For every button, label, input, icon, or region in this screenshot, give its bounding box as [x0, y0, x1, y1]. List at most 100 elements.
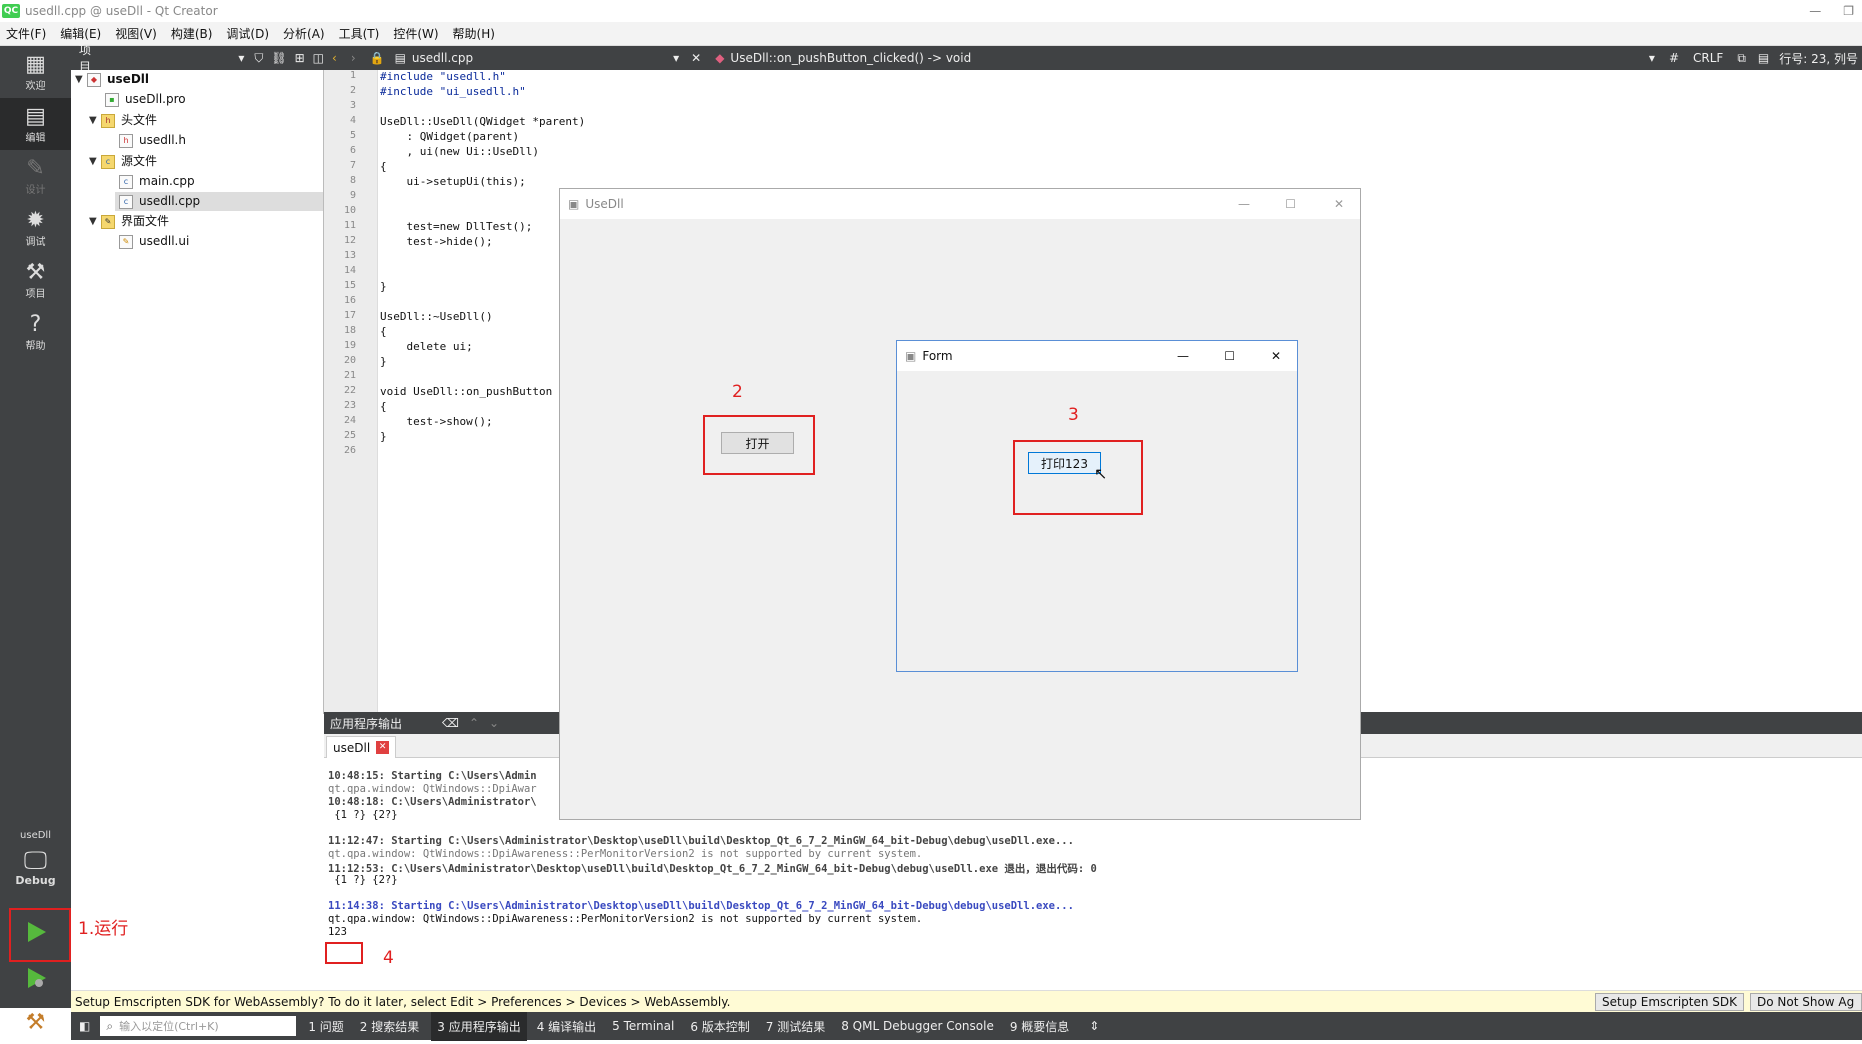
- document-icon[interactable]: ▤: [1758, 51, 1769, 65]
- locator-input[interactable]: ⌕ 输入以定位(Ctrl+K): [100, 1016, 297, 1036]
- menu-debug[interactable]: 调试(D): [226, 25, 269, 42]
- annotation-label-4: 4: [383, 948, 394, 968]
- chevron-down-icon[interactable]: ▾: [1649, 51, 1655, 65]
- menu-help[interactable]: 帮助(H): [453, 25, 495, 42]
- status-tab-issues[interactable]: 1 问题: [308, 1018, 343, 1035]
- function-selector[interactable]: UseDll::on_pushButton_clicked() -> void: [730, 51, 971, 65]
- output-line: {1 ?} {2?}: [328, 874, 398, 886]
- line-number: 3: [349, 100, 356, 111]
- line-number: 25: [343, 430, 356, 441]
- menu-view[interactable]: 视图(V): [115, 25, 157, 42]
- close-icon[interactable]: ✕: [691, 51, 701, 65]
- clear-icon[interactable]: ⌫: [442, 716, 459, 730]
- minimize-icon[interactable]: —: [1809, 0, 1821, 22]
- maximize-icon[interactable]: ☐: [1285, 197, 1296, 211]
- status-tab-general-messages[interactable]: 9 概要信息: [1010, 1018, 1069, 1035]
- debug-run-button[interactable]: [10, 956, 61, 1000]
- minimize-icon[interactable]: —: [1238, 197, 1250, 211]
- split-icon[interactable]: ⧉: [1737, 51, 1746, 66]
- menu-file[interactable]: 文件(F): [6, 25, 46, 42]
- status-tab-qml-debugger[interactable]: 8 QML Debugger Console: [841, 1019, 994, 1033]
- status-tab-search-results[interactable]: 2 搜索结果: [360, 1018, 419, 1035]
- down-icon[interactable]: ⌄: [489, 716, 499, 730]
- monitor-icon: 🖵: [23, 846, 48, 874]
- menu-tools[interactable]: 工具(T): [339, 25, 380, 42]
- filter-icon[interactable]: ⛉: [254, 51, 263, 66]
- kit-selector[interactable]: 🖵 Debug: [0, 846, 71, 896]
- mode-label: 欢迎: [25, 80, 46, 92]
- chevron-down-icon[interactable]: ▼: [89, 212, 101, 231]
- mode-edit[interactable]: ▤ 编辑: [0, 98, 71, 150]
- chevron-down-icon[interactable]: ▾: [238, 51, 244, 65]
- close-icon[interactable]: ✕: [1271, 349, 1281, 363]
- menu-build[interactable]: 构建(B): [171, 25, 213, 42]
- code-line: delete ui;: [380, 340, 473, 353]
- chevron-down-icon[interactable]: ▾: [673, 51, 679, 65]
- mode-debug[interactable]: ✹ 调试: [0, 202, 71, 254]
- forward-icon[interactable]: ›: [351, 51, 356, 65]
- cpp-file-icon: c: [119, 174, 133, 189]
- ui-file-icon: ✎: [119, 234, 133, 249]
- tree-item-forms[interactable]: ▼ ✎ 界面文件: [89, 212, 169, 231]
- open-file-selector[interactable]: ▤ usedll.cpp: [395, 51, 474, 65]
- line-number: 18: [343, 325, 356, 336]
- window-app-icon: ▣: [568, 197, 580, 211]
- help-icon: ?: [29, 311, 42, 337]
- window-app-icon: ▣: [905, 349, 917, 363]
- build-button[interactable]: ⚒: [10, 1000, 61, 1044]
- do-not-show-again-button[interactable]: Do Not Show Ag: [1750, 993, 1862, 1011]
- menu-controls[interactable]: 控件(W): [393, 25, 438, 42]
- code-line: void UseDll::on_pushButton: [380, 385, 553, 398]
- sidebar-toggle-icon[interactable]: ◧: [79, 1019, 90, 1033]
- annotation-box-4: [325, 942, 363, 964]
- menu-analyze[interactable]: 分析(A): [283, 25, 325, 42]
- status-tab-terminal[interactable]: 5 Terminal: [612, 1019, 674, 1033]
- mode-help[interactable]: ? 帮助: [0, 306, 71, 358]
- tree-item-usedll-cpp[interactable]: c usedll.cpp: [115, 192, 323, 211]
- usedll-window-titlebar[interactable]: ▣ UseDll — ☐ ✕: [560, 189, 1360, 219]
- restore-icon[interactable]: ❐: [1843, 0, 1854, 22]
- split-icon[interactable]: ⊞: [295, 51, 305, 65]
- line-ending-selector[interactable]: CRLF: [1693, 51, 1723, 65]
- status-tab-test-results[interactable]: 7 测试结果: [766, 1018, 825, 1035]
- function-icon: ◆: [715, 51, 725, 65]
- status-tab-version-control[interactable]: 6 版本控制: [690, 1018, 749, 1035]
- mode-projects[interactable]: ⚒ 项目: [0, 254, 71, 306]
- chevron-down-icon[interactable]: ▼: [89, 111, 101, 130]
- close-panel-icon[interactable]: ◫: [313, 51, 324, 65]
- form-window-titlebar[interactable]: ▣ Form — ☐ ✕: [897, 341, 1297, 371]
- menu-edit[interactable]: 编辑(E): [60, 25, 101, 42]
- close-icon[interactable]: ✕: [376, 741, 390, 754]
- tree-item-main-cpp[interactable]: c main.cpp: [119, 172, 195, 191]
- tree-label: usedll.ui: [139, 234, 190, 248]
- tree-item-usedll-h[interactable]: h usedll.h: [119, 131, 186, 150]
- up-icon[interactable]: ⌃: [469, 716, 479, 730]
- status-tab-app-output[interactable]: 3 应用程序输出: [431, 1011, 527, 1041]
- tree-item-headers[interactable]: ▼ h 头文件: [89, 111, 157, 130]
- code-line: UseDll::UseDll(QWidget *parent): [380, 115, 586, 128]
- code-line: }: [380, 280, 387, 293]
- code-line: ui->setupUi(this);: [380, 175, 526, 188]
- tree-item-usedll-ui[interactable]: ✎ usedll.ui: [119, 232, 189, 251]
- chevron-down-icon[interactable]: ▼: [89, 152, 101, 171]
- close-icon[interactable]: ✕: [1334, 197, 1344, 211]
- cursor-position[interactable]: 行号: 23, 列号: [1779, 50, 1858, 67]
- tree-item-root[interactable]: ▼ ◆ useDll: [75, 70, 149, 89]
- mode-welcome[interactable]: ▦ 欢迎: [0, 46, 71, 98]
- mode-selector: ▦ 欢迎 ▤ 编辑 ✎ 设计 ✹ 调试 ⚒ 项目 ? 帮助 useDll 🖵 D…: [0, 46, 71, 1035]
- chevron-down-icon[interactable]: ▼: [75, 70, 87, 89]
- tree-item-sources[interactable]: ▼ c 源文件: [89, 152, 157, 171]
- output-tab-usedll[interactable]: useDll ✕: [326, 736, 397, 758]
- status-tab-compile-output[interactable]: 4 编译输出: [537, 1018, 596, 1035]
- maximize-icon[interactable]: ☐: [1224, 349, 1235, 363]
- setup-emscripten-button[interactable]: Setup Emscripten SDK: [1595, 993, 1744, 1011]
- tree-item-pro[interactable]: ▪ useDll.pro: [105, 90, 186, 109]
- link-icon[interactable]: ⛓: [271, 51, 286, 65]
- mode-design[interactable]: ✎ 设计: [0, 150, 71, 202]
- project-tree: ▼ ◆ useDll ▪ useDll.pro ▼ h 头文件 h usedll…: [71, 70, 324, 714]
- back-icon[interactable]: ‹: [332, 51, 337, 65]
- pencil-icon: ✎: [26, 155, 45, 181]
- minimize-icon[interactable]: —: [1177, 349, 1189, 363]
- info-bar: Setup Emscripten SDK for WebAssembly? To…: [71, 990, 1862, 1012]
- more-tabs-icon[interactable]: ⇕: [1089, 1019, 1099, 1033]
